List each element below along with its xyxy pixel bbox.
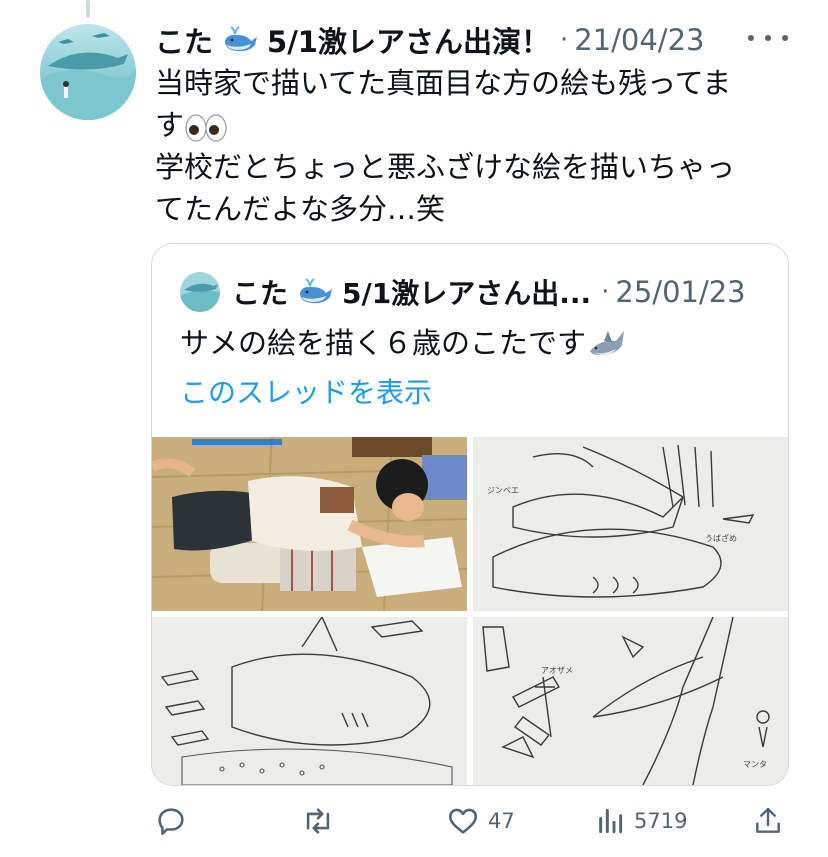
views-button[interactable]: 5719 (594, 804, 687, 838)
quoted-tweet-header: こた 5/1激レアさん出... · 25/01/23 (180, 272, 746, 312)
tweet-text-line: 学校だとちょっと悪ふざけな絵を描いちゃっ (155, 150, 736, 184)
photo-shark-drawing-1[interactable]: うばざめ ジンベエ (473, 437, 788, 611)
whale-emoji-icon (221, 25, 259, 55)
like-count: 47 (488, 809, 515, 833)
more-icon[interactable] (748, 26, 788, 50)
eyes-emoji-icon (184, 112, 228, 142)
display-name-suffix[interactable]: 5/1激レアさん出演！ (267, 19, 550, 61)
view-count: 5719 (634, 809, 688, 833)
quoted-header-separator: · (601, 277, 610, 307)
quoted-date: 25/01/23 (615, 275, 746, 309)
tweet-text-line: 当時家で描いてた真面目な方の絵も残ってま (155, 66, 732, 100)
thread-connector-line (86, 0, 90, 18)
whale-emoji-icon (296, 277, 334, 307)
share-icon (756, 807, 780, 833)
tweet-text-line-with-emoji: す (155, 104, 765, 146)
display-name[interactable]: こた (155, 19, 213, 61)
tweet-text-line: す (155, 108, 185, 142)
quoted-avatar (180, 272, 220, 312)
share-button[interactable] (752, 804, 784, 838)
quoted-media-grid[interactable]: うばざめ ジンベエ アオザメ マンタ (152, 437, 788, 785)
retweet-button[interactable] (300, 804, 336, 838)
quoted-display-name: こた (232, 277, 289, 310)
retweet-icon (306, 808, 330, 834)
tweet-text: 当時家で描いてた真面目な方の絵も残ってま す 学校だとちょっと悪ふざけな絵を描い… (155, 62, 765, 230)
tweet-header: こた 5/1激レアさん出演！ · 21/04/23 (155, 18, 704, 62)
svg-text:うばざめ: うばざめ (705, 533, 737, 543)
avatar[interactable] (40, 24, 136, 120)
tweet-date[interactable]: 21/04/23 (574, 23, 704, 57)
svg-text:マンタ: マンタ (743, 760, 767, 769)
reply-button[interactable] (154, 804, 188, 838)
like-icon (448, 808, 478, 834)
shark-emoji-icon (586, 325, 628, 365)
quoted-text: サメの絵を描く６歳のこたです (180, 322, 628, 365)
quoted-text-content: サメの絵を描く６歳のこたです (180, 326, 587, 360)
photo-shark-drawing-3[interactable]: アオザメマンタ (473, 617, 788, 785)
svg-text:ジンベエ: ジンベエ (487, 486, 519, 495)
views-icon (599, 808, 623, 834)
quoted-display-name-suffix: 5/1激レアさん出... (342, 277, 592, 310)
like-button[interactable]: 47 (446, 804, 515, 838)
tweet-text-line: てたんだよな多分…笑 (155, 192, 446, 226)
photo-child-drawing[interactable] (152, 437, 467, 611)
action-bar: 47 5719 (0, 800, 828, 846)
show-thread-link[interactable]: このスレッドを表示 (180, 372, 432, 414)
svg-text:アオザメ: アオザメ (541, 666, 573, 675)
quoted-tweet-card[interactable]: こた 5/1激レアさん出... · 25/01/23 サメの絵を描く６歳のこたで… (151, 243, 789, 786)
reply-icon (158, 808, 184, 836)
photo-shark-drawing-2[interactable] (152, 617, 467, 785)
header-separator: · (559, 25, 569, 55)
